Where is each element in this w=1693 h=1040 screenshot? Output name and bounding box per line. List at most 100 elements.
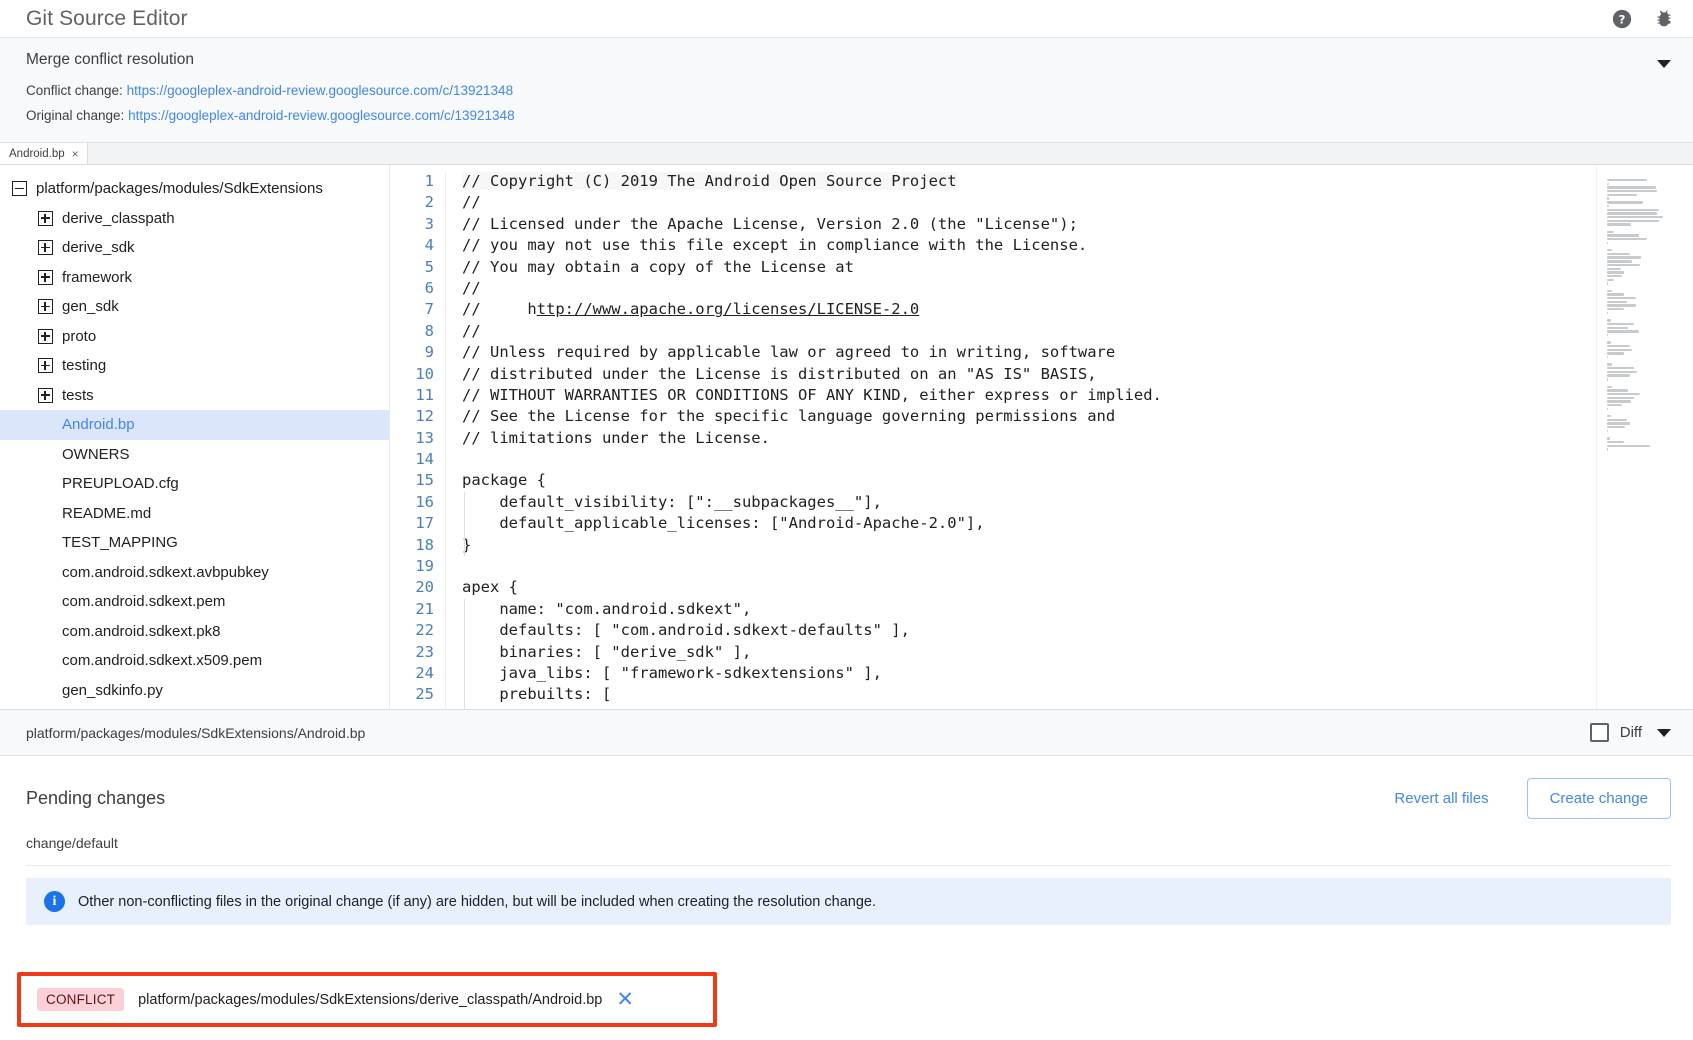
tree-item-com-android-sdkext-avbpubkey[interactable]: com.android.sdkext.avbpubkey xyxy=(0,558,389,588)
code-line[interactable]: // Unless required by applicable law or … xyxy=(462,342,1596,363)
code-line-text: default_visibility: [":__subpackages__"]… xyxy=(462,493,882,511)
code-line[interactable]: // xyxy=(462,321,1596,342)
file-tree[interactable]: platform/packages/modules/SdkExtensions d… xyxy=(0,165,389,709)
code-line[interactable]: // WITHOUT WARRANTIES OR CONDITIONS OF A… xyxy=(462,385,1596,406)
code-line[interactable]: // See the License for the specific lang… xyxy=(462,406,1596,427)
code-line[interactable]: // distributed under the License is dist… xyxy=(462,364,1596,385)
code-editor[interactable]: 1234567891011121314151617181920212223242… xyxy=(389,165,1693,709)
tree-item-android-bp[interactable]: Android.bp xyxy=(0,410,389,440)
minimap-line xyxy=(1607,374,1630,376)
expand-toggle-icon[interactable] xyxy=(38,388,53,403)
code-line[interactable]: name: "com.android.sdkext", xyxy=(462,599,1596,620)
code-line-text: // xyxy=(462,279,481,297)
tree-item-manifest-json[interactable]: manifest.json xyxy=(0,705,389,709)
code-line[interactable]: } xyxy=(462,535,1596,556)
tree-item-com-android-sdkext-x509-pem[interactable]: com.android.sdkext.x509.pem xyxy=(0,646,389,676)
minimap-line xyxy=(1607,400,1631,402)
code-line[interactable]: // xyxy=(462,192,1596,213)
code-line[interactable]: package { xyxy=(462,470,1596,491)
tree-item-owners[interactable]: OWNERS xyxy=(0,440,389,470)
code-line[interactable]: prebuilts: [ xyxy=(462,684,1596,705)
conflict-file-row[interactable]: CONFLICT platform/packages/modules/SdkEx… xyxy=(21,976,713,1023)
code-line-text: // Copyright (C) 2019 The Android Open S… xyxy=(462,172,957,190)
code-line[interactable]: // xyxy=(462,278,1596,299)
tree-item-com-android-sdkext-pk8[interactable]: com.android.sdkext.pk8 xyxy=(0,617,389,647)
tree-item-label: com.android.sdkext.pem xyxy=(62,593,225,610)
minimap-line xyxy=(1607,242,1608,244)
minimap-line xyxy=(1607,297,1636,299)
line-number: 20 xyxy=(390,577,434,598)
tree-item-proto[interactable]: proto xyxy=(0,322,389,352)
close-icon[interactable]: ✕ xyxy=(616,989,634,1010)
minimap-line xyxy=(1607,408,1608,410)
code-line[interactable]: "cur_sdkinfo" xyxy=(462,706,1596,709)
conflict-change-link[interactable]: https://googleplex-android-review.google… xyxy=(127,83,514,98)
code-line[interactable] xyxy=(462,449,1596,470)
expand-toggle-icon[interactable] xyxy=(38,358,53,373)
tree-item-label: testing xyxy=(62,357,106,374)
line-number: 5 xyxy=(390,257,434,278)
code-url-link[interactable]: ttp://www.apache.org/licenses/LICENSE-2.… xyxy=(537,300,920,318)
minimap-line xyxy=(1607,190,1657,192)
code-line[interactable]: defaults: [ "com.android.sdkext-defaults… xyxy=(462,620,1596,641)
tree-item-readme-md[interactable]: README.md xyxy=(0,499,389,529)
tree-item-label: OWNERS xyxy=(62,446,130,463)
expand-toggle-icon[interactable] xyxy=(38,329,53,344)
line-number: 26 xyxy=(390,706,434,709)
minimap-line xyxy=(1607,282,1608,284)
code-line[interactable]: java_libs: [ "framework-sdkextensions" ]… xyxy=(462,663,1596,684)
bug-icon[interactable] xyxy=(1653,8,1675,30)
code-line[interactable]: default_visibility: [":__subpackages__"]… xyxy=(462,492,1596,513)
tree-item-preupload-cfg[interactable]: PREUPLOAD.cfg xyxy=(0,469,389,499)
diff-checkbox[interactable] xyxy=(1590,723,1609,742)
tree-item-tests[interactable]: tests xyxy=(0,381,389,411)
minimap-line xyxy=(1607,234,1639,236)
minimap-line xyxy=(1607,422,1630,424)
code-line[interactable]: apex { xyxy=(462,577,1596,598)
tree-item-platform-packages-modules-sdkextensions[interactable]: platform/packages/modules/SdkExtensions xyxy=(0,174,389,204)
revert-all-files-button[interactable]: Revert all files xyxy=(1384,784,1498,813)
code-line[interactable]: // you may not use this file except in c… xyxy=(462,235,1596,256)
tree-item-derive-sdk[interactable]: derive_sdk xyxy=(0,233,389,263)
code-line[interactable]: default_applicable_licenses: ["Android-A… xyxy=(462,513,1596,534)
tree-item-derive-classpath[interactable]: derive_classpath xyxy=(0,204,389,234)
expand-toggle-icon[interactable] xyxy=(38,270,53,285)
original-change-link[interactable]: https://googleplex-android-review.google… xyxy=(128,108,515,123)
code-minimap[interactable] xyxy=(1596,165,1693,709)
tree-item-gen-sdkinfo-py[interactable]: gen_sdkinfo.py xyxy=(0,676,389,706)
code-line[interactable]: // http://www.apache.org/licenses/LICENS… xyxy=(462,299,1596,320)
code-line[interactable] xyxy=(462,556,1596,577)
code-line[interactable]: // Copyright (C) 2019 The Android Open S… xyxy=(462,171,1596,192)
tree-item-gen-sdk[interactable]: gen_sdk xyxy=(0,292,389,322)
expand-toggle-icon[interactable] xyxy=(38,299,53,314)
collapse-toggle-icon[interactable] xyxy=(12,181,27,196)
tree-item-com-android-sdkext-pem[interactable]: com.android.sdkext.pem xyxy=(0,587,389,617)
minimap-line xyxy=(1607,271,1624,273)
current-file-path: platform/packages/modules/SdkExtensions/… xyxy=(26,725,365,741)
tree-item-framework[interactable]: framework xyxy=(0,263,389,293)
tab-label: Android.bp xyxy=(9,148,65,160)
code-line[interactable]: binaries: [ "derive_sdk" ], xyxy=(462,642,1596,663)
code-content[interactable]: // Copyright (C) 2019 The Android Open S… xyxy=(446,171,1596,709)
minimap-line xyxy=(1607,205,1609,207)
close-icon[interactable]: × xyxy=(72,148,79,160)
line-number: 7 xyxy=(390,299,434,320)
help-circle-icon[interactable]: ? xyxy=(1611,8,1633,30)
diff-label: Diff xyxy=(1620,724,1642,741)
tree-item-label: platform/packages/modules/SdkExtensions xyxy=(36,180,323,197)
chevron-down-icon[interactable] xyxy=(1657,60,1671,68)
code-line[interactable]: // limitations under the License. xyxy=(462,428,1596,449)
tab-android-bp[interactable]: Android.bp × xyxy=(0,143,88,164)
minimap-line xyxy=(1607,441,1624,443)
code-scroll-region[interactable]: 1234567891011121314151617181920212223242… xyxy=(390,165,1596,709)
expand-toggle-icon[interactable] xyxy=(38,240,53,255)
code-line[interactable]: // You may obtain a copy of the License … xyxy=(462,257,1596,278)
tree-item-testing[interactable]: testing xyxy=(0,351,389,381)
minimap-line xyxy=(1607,223,1631,225)
code-line[interactable]: // Licensed under the Apache License, Ve… xyxy=(462,214,1596,235)
expand-toggle-icon[interactable] xyxy=(38,211,53,226)
create-change-button[interactable]: Create change xyxy=(1527,778,1671,819)
chevron-down-icon[interactable] xyxy=(1657,729,1671,737)
code-line-text: // you may not use this file except in c… xyxy=(462,236,1087,254)
tree-item-test-mapping[interactable]: TEST_MAPPING xyxy=(0,528,389,558)
